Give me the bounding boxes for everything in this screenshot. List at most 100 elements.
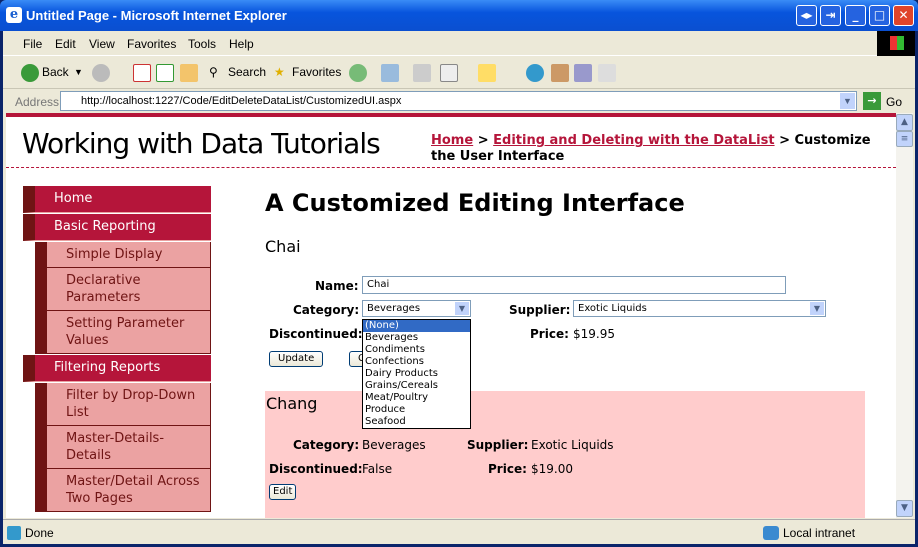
messenger-icon[interactable] xyxy=(526,64,544,82)
category-option[interactable]: Condiments xyxy=(363,344,470,356)
windows-logo-icon xyxy=(877,31,915,56)
menu-tools[interactable]: Tools xyxy=(188,37,216,51)
nav-setting-parameter-values[interactable]: Setting Parameter Values xyxy=(35,311,211,354)
nav-filtering-reports[interactable]: Filtering Reports xyxy=(23,355,211,382)
main-content: A Customized Editing Interface Chai Name… xyxy=(265,189,865,518)
category-option[interactable]: Dairy Products xyxy=(363,368,470,380)
nav-home[interactable]: Home xyxy=(23,186,211,213)
nav-simple-display[interactable]: Simple Display xyxy=(35,242,211,268)
category-label: Category: xyxy=(293,438,360,452)
restore-tab-icon[interactable]: ⇥ xyxy=(820,5,841,26)
menu-bar: File Edit View Favorites Tools Help xyxy=(3,31,915,56)
supplier-label: Supplier: xyxy=(467,438,529,452)
scroll-up-icon[interactable]: ▲ xyxy=(896,114,913,131)
stop-icon[interactable] xyxy=(133,64,151,82)
forward-icon[interactable] xyxy=(92,64,110,82)
status-text: Done xyxy=(25,526,54,540)
history-icon[interactable] xyxy=(349,64,367,82)
sidebar-nav: Home Basic Reporting Simple Display Decl… xyxy=(23,186,211,512)
category-option[interactable]: Confections xyxy=(363,356,470,368)
edit-word-icon[interactable] xyxy=(440,64,458,82)
nav-master-detail-two-pages[interactable]: Master/Detail Across Two Pages xyxy=(35,469,211,512)
mail-icon[interactable] xyxy=(381,64,399,82)
breadcrumb: Home > Editing and Deleting with the Dat… xyxy=(431,133,881,165)
research-icon[interactable] xyxy=(574,64,592,82)
page-icon xyxy=(7,526,21,540)
category-select[interactable]: Beverages ▼ xyxy=(362,300,471,317)
chevron-down-icon[interactable]: ▼ xyxy=(810,302,824,315)
go-arrow-icon[interactable]: → xyxy=(863,92,881,110)
note-icon[interactable] xyxy=(478,64,496,82)
discontinued-label: Discontinued: xyxy=(269,327,363,341)
title-bar: e Untitled Page - Microsoft Internet Exp… xyxy=(0,0,918,31)
home-icon[interactable] xyxy=(180,64,198,82)
breadcrumb-separator: > xyxy=(473,133,494,148)
product-item-chang: Chang Category: Beverages Supplier: Exot… xyxy=(265,391,865,518)
category-option[interactable]: Grains/Cereals xyxy=(363,380,470,392)
edit-button[interactable]: Edit xyxy=(269,484,297,500)
extra-button-icon[interactable]: ◂▸ xyxy=(796,5,817,26)
name-input[interactable]: Chai xyxy=(362,276,786,294)
category-selected: Beverages xyxy=(367,303,421,314)
ie-icon: e xyxy=(6,7,22,23)
toolbar: Back ▼ ⚲ Search ★ Favorites xyxy=(3,57,915,89)
category-option[interactable]: Meat/Poultry xyxy=(363,392,470,404)
nav-filter-dropdown[interactable]: Filter by Drop-Down List xyxy=(35,383,211,426)
breadcrumb-section[interactable]: Editing and Deleting with the DataList xyxy=(493,133,774,148)
address-url: http://localhost:1227/Code/EditDeleteDat… xyxy=(81,95,402,107)
price-label: Price: xyxy=(488,462,527,476)
update-button[interactable]: Update xyxy=(269,351,324,367)
back-dropdown-icon[interactable]: ▼ xyxy=(74,67,83,77)
category-option[interactable]: (None) xyxy=(363,320,470,332)
scroll-thumb[interactable]: ≡ xyxy=(896,131,913,147)
discontinued-value: False xyxy=(362,462,393,476)
category-option[interactable]: Produce xyxy=(363,404,470,416)
nav-master-details-details[interactable]: Master-Details-Details xyxy=(35,426,211,469)
tool-icon[interactable] xyxy=(551,64,569,82)
breadcrumb-separator: > xyxy=(774,133,795,148)
search-button[interactable]: Search xyxy=(228,65,266,79)
site-title: Working with Data Tutorials xyxy=(22,127,381,160)
menu-favorites[interactable]: Favorites xyxy=(127,37,176,51)
refresh-icon[interactable] xyxy=(156,64,174,82)
supplier-select[interactable]: Exotic Liquids ▼ xyxy=(573,300,826,317)
maximize-button[interactable]: □ xyxy=(869,5,890,26)
menu-help[interactable]: Help xyxy=(229,37,254,51)
search-icon[interactable]: ⚲ xyxy=(209,65,218,79)
address-input[interactable]: http://localhost:1227/Code/EditDeleteDat… xyxy=(60,91,857,111)
favorites-icon[interactable]: ★ xyxy=(274,65,285,79)
address-dropdown-icon[interactable]: ▼ xyxy=(840,93,855,109)
go-button[interactable]: Go xyxy=(886,95,902,109)
chevron-down-icon[interactable]: ▼ xyxy=(455,302,469,315)
print-icon[interactable] xyxy=(413,64,431,82)
vertical-scrollbar[interactable]: ▲ ≡ ▼ xyxy=(896,113,913,518)
minimize-button[interactable]: _ xyxy=(845,5,866,26)
nav-declarative-parameters[interactable]: Declarative Parameters xyxy=(35,268,211,311)
back-icon[interactable] xyxy=(21,64,39,82)
network-icon xyxy=(763,526,779,540)
page-content: Working with Data Tutorials Home > Editi… xyxy=(6,113,896,518)
header-divider xyxy=(6,167,896,168)
address-bar: Address http://localhost:1227/Code/EditD… xyxy=(3,90,915,113)
grid-tool-icon[interactable] xyxy=(598,64,616,82)
menu-file[interactable]: File xyxy=(23,37,42,51)
favorites-button[interactable]: Favorites xyxy=(292,65,341,79)
status-bar: Done Local intranet xyxy=(3,519,915,544)
menu-view[interactable]: View xyxy=(89,37,115,51)
category-option[interactable]: Beverages xyxy=(363,332,470,344)
scroll-down-icon[interactable]: ▼ xyxy=(896,500,913,517)
category-value: Beverages xyxy=(362,438,426,452)
close-button[interactable]: ✕ xyxy=(893,5,914,26)
nav-basic-reporting[interactable]: Basic Reporting xyxy=(23,214,211,241)
breadcrumb-home[interactable]: Home xyxy=(431,133,473,148)
edit-item-title: Chai xyxy=(265,237,301,256)
name-label: Name: xyxy=(315,279,359,293)
price-value: $19.00 xyxy=(531,462,573,476)
window-title: Untitled Page - Microsoft Internet Explo… xyxy=(26,8,287,23)
supplier-value: Exotic Liquids xyxy=(531,438,614,452)
price-value: $19.95 xyxy=(573,327,615,341)
category-option[interactable]: Seafood xyxy=(363,416,470,428)
back-button[interactable]: Back xyxy=(42,65,69,79)
supplier-label: Supplier: xyxy=(509,303,571,317)
menu-edit[interactable]: Edit xyxy=(55,37,76,51)
